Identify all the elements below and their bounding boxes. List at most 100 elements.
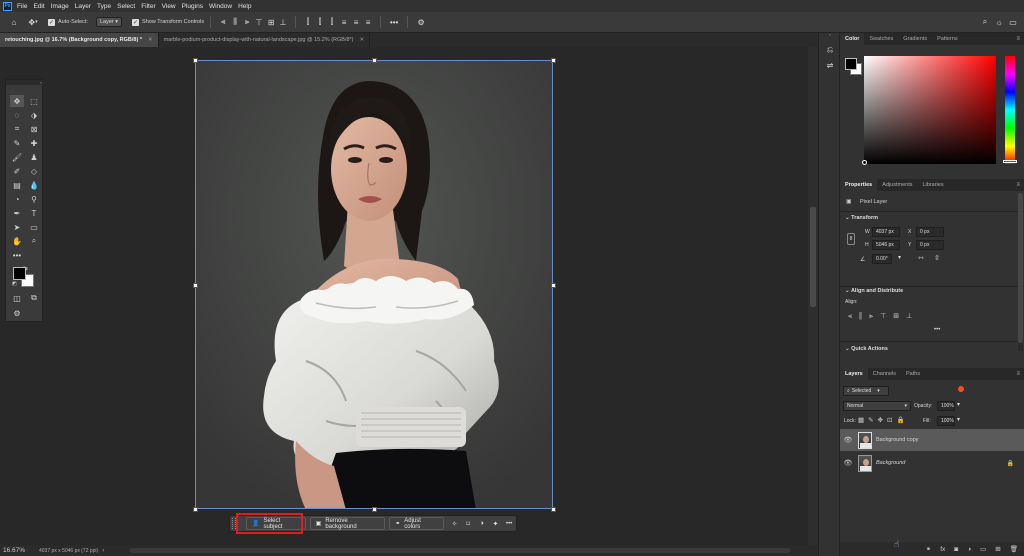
distribute-center-icon[interactable]: ⫿ (314, 17, 326, 27)
filter-toggle-icon[interactable] (958, 386, 964, 392)
fill-field[interactable]: 100% (937, 416, 955, 426)
fill-dropdown-icon[interactable]: ▾ (957, 416, 960, 423)
angle-field[interactable]: 0.00° (872, 254, 892, 264)
tab-channels[interactable]: Channels (868, 368, 901, 380)
zoom-level[interactable]: 16.67% (3, 547, 33, 554)
foreground-color-swatch[interactable] (13, 267, 26, 280)
chevron-right-icon[interactable]: › (102, 548, 104, 554)
document-info[interactable]: 4037 px x 5046 px (72 ppi) (39, 548, 98, 554)
transform-handle-bottom-left[interactable] (193, 507, 198, 512)
burn-tool-icon[interactable]: ⚲ (27, 193, 41, 205)
align-top-icon[interactable]: ⊤ (253, 18, 265, 27)
adjustment-layer-icon[interactable]: ◑ (967, 546, 971, 553)
tab-properties[interactable]: Properties (840, 179, 878, 191)
trash-icon[interactable]: 🗑 (1010, 545, 1018, 553)
document-tab-marble[interactable]: marble-podium-product-display-with-natur… (159, 33, 371, 47)
vertical-scrollbar[interactable] (808, 47, 818, 545)
move-tool-icon[interactable]: ✥ ▾ (24, 18, 42, 27)
show-transform-checkbox[interactable]: ✓ Show Transform Controls (132, 18, 204, 26)
home-icon[interactable]: ⌂ (4, 18, 24, 27)
more-options-icon[interactable]: ••• (387, 18, 401, 27)
layer-row-background-copy[interactable]: 👁 Background copy (840, 429, 1024, 451)
tab-gradients[interactable]: Gradients (898, 33, 932, 45)
collapse-dock-icon[interactable]: » (819, 33, 841, 37)
height-field[interactable]: 5046 px (872, 240, 900, 250)
type-tool-icon[interactable]: T (27, 207, 41, 219)
hand-tool-icon[interactable]: ✋ (10, 235, 24, 247)
link-layers-icon[interactable]: ⚭ (926, 545, 931, 553)
distribute-bottom-icon[interactable]: ≡ (362, 18, 374, 27)
layer-name[interactable]: Background copy (876, 437, 919, 443)
edit-toolbar-icon[interactable]: ⚙ (10, 307, 24, 319)
search-icon[interactable]: ⌕ (978, 17, 992, 27)
document-canvas[interactable] (195, 60, 553, 509)
panel-menu-icon[interactable]: ≡ (1016, 182, 1024, 188)
hue-slider[interactable] (1003, 56, 1017, 164)
crop-icon[interactable]: ⌑ (461, 520, 475, 528)
layer-effects-icon[interactable]: fx (940, 546, 945, 553)
color-field[interactable] (862, 56, 996, 165)
toolbox-header[interactable]: « (6, 80, 44, 85)
transform-handle-bottom[interactable] (372, 507, 377, 512)
menu-view[interactable]: View (162, 3, 176, 10)
align-center-icon[interactable]: ⫼ (229, 17, 241, 27)
close-icon[interactable]: ✕ (360, 37, 365, 43)
group-icon[interactable]: ▭ (980, 545, 986, 553)
flip-vertical-icon[interactable]: ⇳ (934, 254, 940, 262)
new-layer-icon[interactable]: ⊞ (995, 545, 1000, 553)
align-right-icon[interactable]: ⫸ (241, 17, 253, 27)
distribute-right-icon[interactable]: ⫿ (326, 17, 338, 27)
link-dimensions-icon[interactable]: 8 (847, 233, 855, 245)
layer-row-background[interactable]: 👁 Background 🔒 (840, 452, 1024, 474)
color-picker-marker[interactable] (862, 160, 867, 165)
transform-handle-top[interactable] (372, 58, 377, 63)
scrollbar-thumb[interactable] (1018, 193, 1023, 343)
brush-tool-icon[interactable]: 🖌 (10, 151, 24, 163)
object-selection-tool-icon[interactable]: ⬗ (27, 109, 41, 121)
eyedropper-tool-icon[interactable]: ✎ (10, 137, 24, 149)
align-left-icon[interactable]: ⫷ (217, 17, 229, 27)
horizontal-scrollbar[interactable] (130, 548, 790, 553)
frame-tool-icon[interactable]: ⊠ (27, 123, 41, 135)
screen-mode-icon[interactable]: ⧉ (27, 292, 41, 304)
marquee-tool-icon[interactable]: ⬚ (27, 95, 41, 107)
align-buttons-row[interactable]: ⫷⫼⫸⊤⊞⊥ (848, 312, 919, 321)
tab-color[interactable]: Color (840, 33, 865, 45)
healing-brush-tool-icon[interactable]: ✚ (27, 137, 41, 149)
quick-actions-header[interactable]: ⌄ Quick Actions (845, 346, 888, 352)
remove-background-button[interactable]: ▣ Remove background (309, 517, 386, 530)
gradient-tool-icon[interactable]: ▤ (10, 179, 24, 191)
properties-scrollbar[interactable] (1018, 193, 1023, 351)
tab-patterns[interactable]: Patterns (932, 33, 962, 45)
menu-plugins[interactable]: Plugins (182, 3, 203, 10)
adjustment-icon[interactable]: ◑ (475, 520, 489, 527)
menu-window[interactable]: Window (209, 3, 232, 10)
quick-mask-icon[interactable]: ◫ (10, 292, 24, 304)
tab-libraries[interactable]: Libraries (917, 179, 948, 191)
align-bottom-icon[interactable]: ⊥ (277, 18, 289, 27)
flip-horizontal-icon[interactable]: ⇿ (918, 254, 924, 262)
pen-tool-icon[interactable]: ✒ (10, 207, 24, 219)
close-icon[interactable]: ✕ (148, 37, 153, 43)
history-icon[interactable]: ⎌ (823, 44, 837, 56)
auto-select-checkbox[interactable]: ✓ Auto-Select: (48, 18, 88, 26)
transform-handle-left[interactable] (193, 283, 198, 288)
workspace-icon[interactable]: ▭ (1006, 18, 1020, 27)
lasso-tool-icon[interactable]: ◌ (10, 109, 24, 121)
properties-icon[interactable]: ⇌ (823, 59, 837, 71)
align-section-header[interactable]: ⌄ Align and Distribute (845, 288, 903, 294)
eye-icon[interactable]: 👁 (842, 459, 854, 467)
tab-swatches[interactable]: Swatches (864, 33, 898, 45)
tab-paths[interactable]: Paths (901, 368, 925, 380)
distribute-middle-icon[interactable]: ≡ (350, 18, 362, 27)
panel-menu-icon[interactable]: ≡ (1016, 36, 1024, 42)
foreground-color-swatch[interactable] (845, 58, 857, 70)
dodge-tool-icon[interactable]: ◔ (10, 193, 24, 205)
path-selection-tool-icon[interactable]: ➤ (10, 221, 24, 233)
default-colors-icon[interactable]: ◩ (12, 281, 18, 287)
gear-icon[interactable]: ⚙ (414, 18, 428, 27)
scrollbar-thumb[interactable] (810, 207, 816, 307)
distribute-top-icon[interactable]: ≡ (338, 18, 350, 27)
menu-type[interactable]: Type (97, 3, 111, 10)
menu-image[interactable]: Image (51, 3, 69, 10)
